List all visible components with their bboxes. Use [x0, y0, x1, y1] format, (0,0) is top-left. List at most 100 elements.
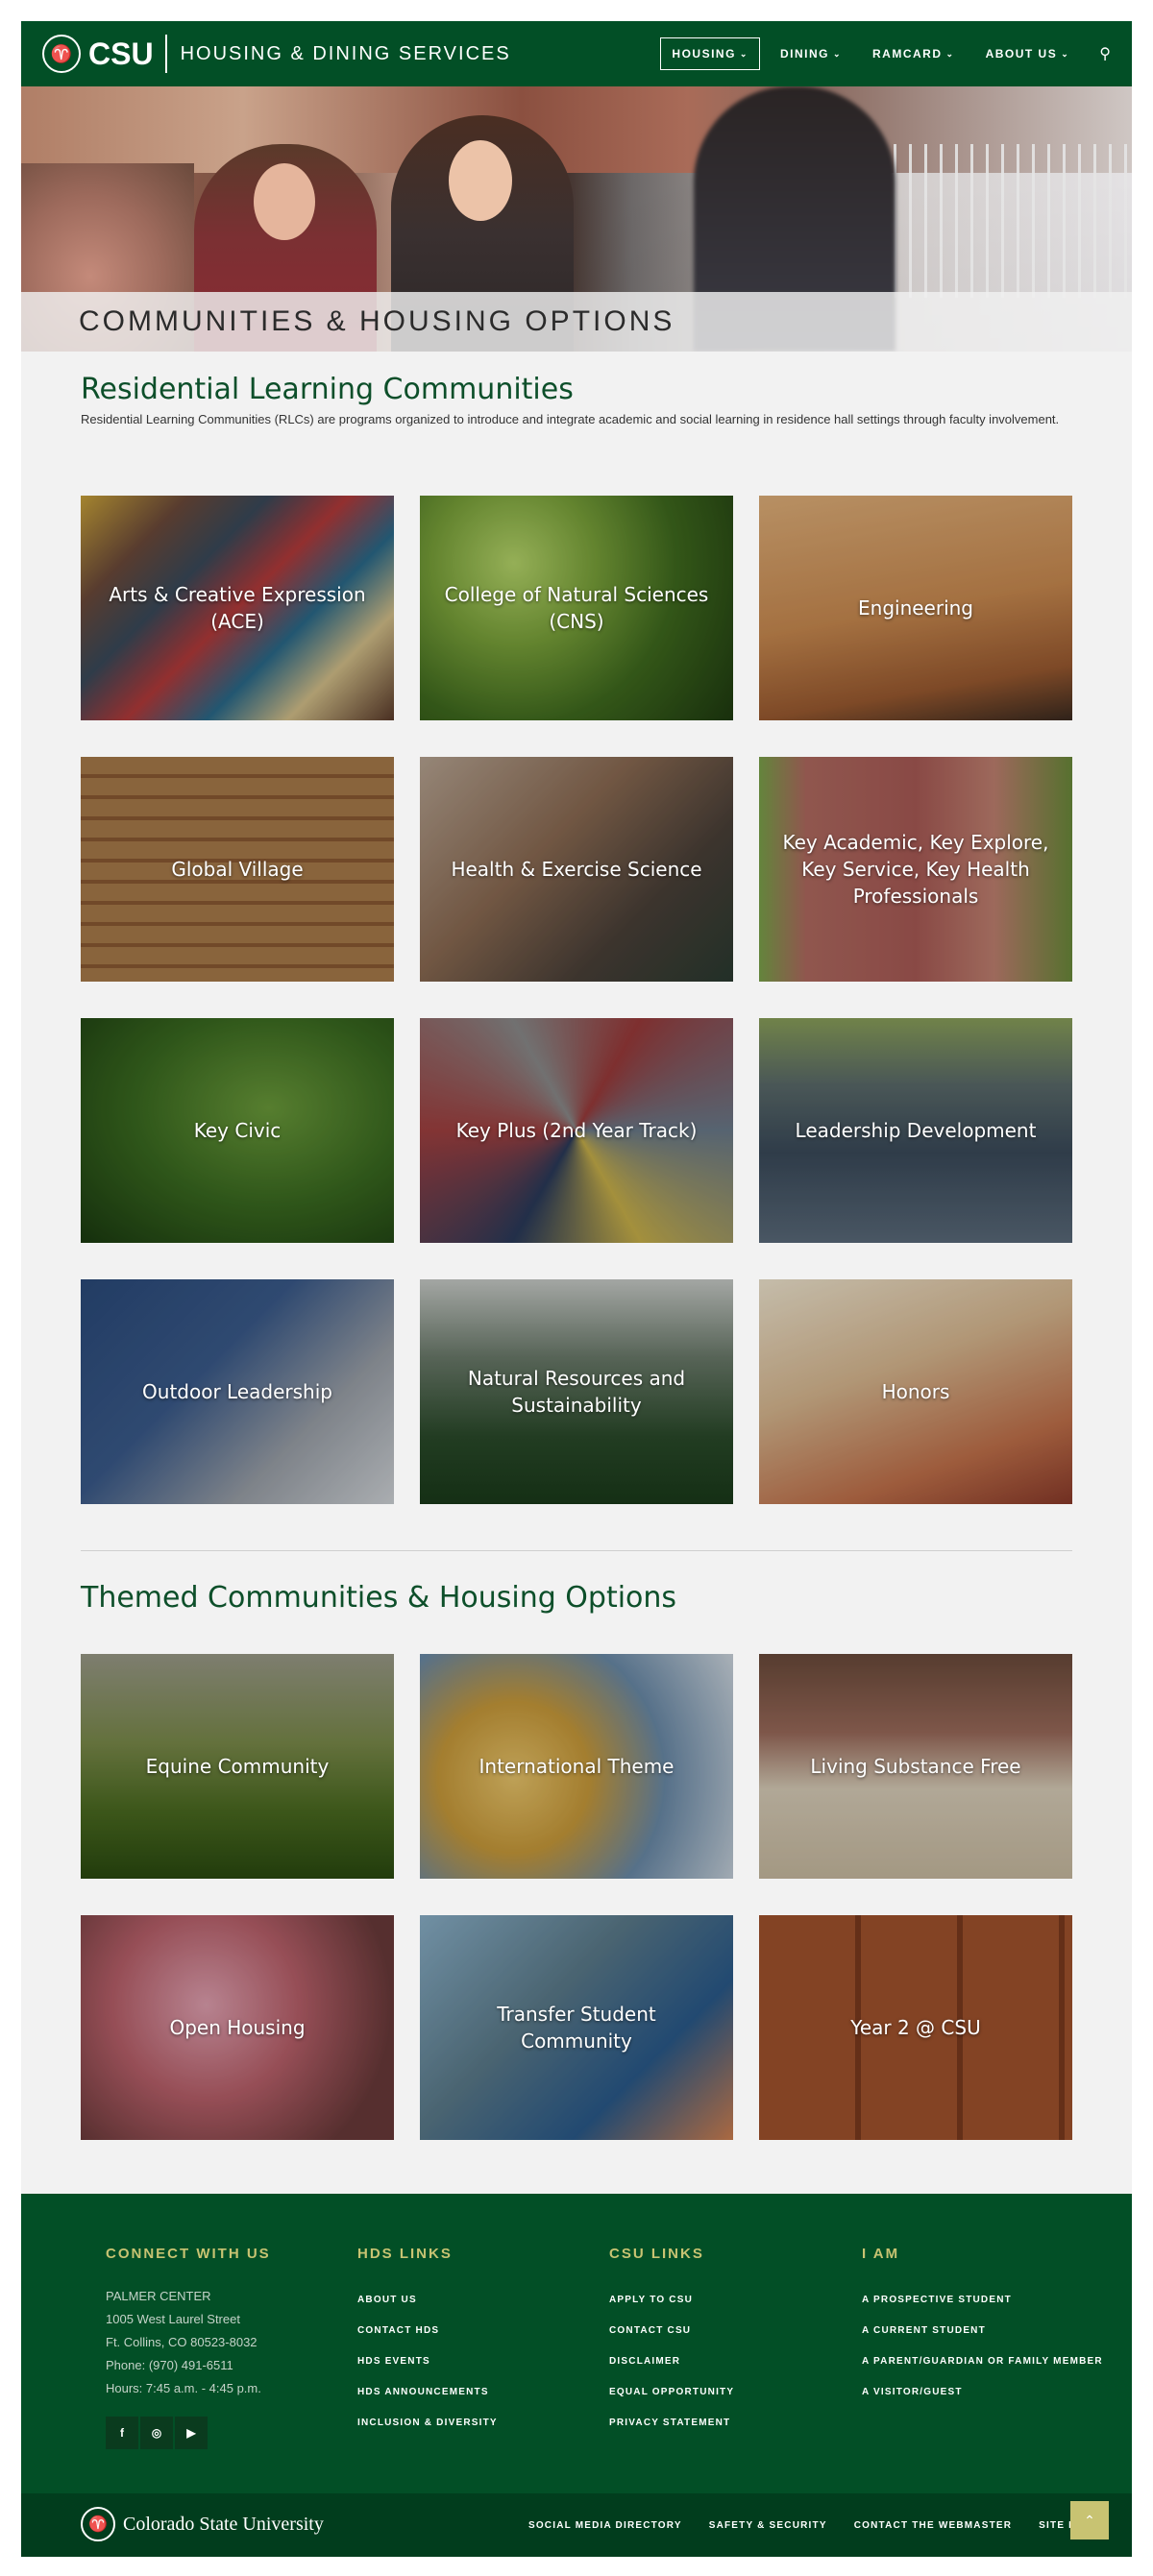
nav-item-ramcard[interactable]: RAMCARD ⌄ [862, 37, 966, 70]
site-header: ♈ CSU HOUSING & DINING SERVICES HOUSING ⌄… [21, 21, 1132, 86]
brand-name: CSU [88, 36, 154, 71]
footer-link-list: APPLY TO CSU CONTACT CSU DISCLAIMER EQUA… [609, 2285, 734, 2439]
tile-key-plus[interactable]: Key Plus (2nd Year Track) [420, 1018, 733, 1243]
footer-csu-links: CSU LINKS APPLY TO CSU CONTACT CSU DISCL… [609, 2246, 734, 2439]
nav-item-about-us[interactable]: ABOUT US ⌄ [975, 37, 1081, 70]
address-line: 1005 West Laurel Street [106, 2312, 240, 2326]
themed-heading: Themed Communities & Housing Options [81, 1581, 677, 1615]
footer-heading: HDS LINKS [357, 2246, 453, 2262]
footer-heading: CONNECT WITH US [106, 2246, 271, 2262]
bottom-links: SOCIAL MEDIA DIRECTORY SAFETY & SECURITY… [502, 2493, 1093, 2557]
hours-line: Hours: 7:45 a.m. - 4:45 p.m. [106, 2381, 261, 2395]
footer-link[interactable]: DISCLAIMER [609, 2346, 734, 2377]
tile-key-academic[interactable]: Key Academic, Key Explore, Key Service, … [759, 757, 1072, 982]
tile-label: Year 2 @ CSU [850, 2016, 981, 2039]
tile-label: College of Natural Sciences (CNS) [444, 583, 709, 633]
footer-link[interactable]: A PARENT/GUARDIAN OR FAMILY MEMBER [862, 2346, 1103, 2377]
footer-link[interactable]: A PROSPECTIVE STUDENT [862, 2285, 1103, 2316]
footer-address: PALMER CENTER 1005 West Laurel Street Ft… [106, 2285, 271, 2400]
tile-living-substance-free[interactable]: Living Substance Free [759, 1654, 1072, 1879]
logo-divider [164, 35, 167, 73]
ram-logo-icon: ♈ [42, 35, 81, 73]
footer-link[interactable]: EQUAL OPPORTUNITY [609, 2377, 734, 2408]
chevron-down-icon: ⌄ [1061, 48, 1070, 59]
tile-label: Natural Resources and Sustainability [467, 1367, 686, 1417]
tile-arts-creative-expression[interactable]: Arts & Creative Expression (ACE) [81, 496, 394, 720]
tile-year-2[interactable]: Year 2 @ CSU [759, 1915, 1072, 2140]
tile-label: International Theme [478, 1755, 675, 1778]
tile-outdoor-leadership[interactable]: Outdoor Leadership [81, 1279, 394, 1504]
tile-label: Equine Community [145, 1755, 330, 1778]
tile-natural-resources[interactable]: Natural Resources and Sustainability [420, 1279, 733, 1504]
chevron-up-icon: ⌃ [1084, 2512, 1095, 2528]
nav-label: RAMCARD [872, 47, 943, 61]
tile-leadership-development[interactable]: Leadership Development [759, 1018, 1072, 1243]
back-to-top-button[interactable]: ⌃ [1070, 2501, 1109, 2540]
footer-link[interactable]: A VISITOR/GUEST [862, 2377, 1103, 2408]
bottom-link-social-media[interactable]: SOCIAL MEDIA DIRECTORY [528, 2520, 682, 2531]
nav-label: DINING [779, 47, 829, 61]
footer-link[interactable]: PRIVACY STATEMENT [609, 2408, 734, 2439]
tile-label: Health & Exercise Science [451, 858, 702, 881]
address-line: PALMER CENTER [106, 2289, 211, 2303]
tile-label: Transfer Student Community [497, 2003, 656, 2053]
footer-link[interactable]: CONTACT HDS [357, 2316, 498, 2346]
site-footer: CONNECT WITH US PALMER CENTER 1005 West … [21, 2194, 1132, 2493]
tile-international-theme[interactable]: International Theme [420, 1654, 733, 1879]
chevron-down-icon: ⌄ [945, 48, 955, 59]
footer-link[interactable]: APPLY TO CSU [609, 2285, 734, 2316]
tile-natural-sciences[interactable]: College of Natural Sciences (CNS) [420, 496, 733, 720]
ram-logo-icon: ♈ [81, 2507, 115, 2541]
tile-equine-community[interactable]: Equine Community [81, 1654, 394, 1879]
rlc-description: Residential Learning Communities (RLCs) … [81, 412, 1060, 426]
main-nav: HOUSING ⌄ DINING ⌄ RAMCARD ⌄ ABOUT US ⌄ ⚲ [650, 21, 1111, 86]
tile-label: Honors [881, 1380, 950, 1403]
footer-heading: CSU LINKS [609, 2246, 704, 2262]
bottom-link-webmaster[interactable]: CONTACT THE WEBMASTER [854, 2520, 1012, 2531]
footer-link[interactable]: ABOUT US [357, 2285, 498, 2316]
footer-link[interactable]: INCLUSION & DIVERSITY [357, 2408, 498, 2439]
youtube-icon[interactable]: ▶ [175, 2417, 208, 2449]
hero-image: COMMUNITIES & HOUSING OPTIONS [21, 86, 1132, 352]
tile-label: Key Academic, Key Explore, Key Service, … [782, 831, 1049, 908]
tile-label: Arts & Creative Expression (ACE) [109, 583, 366, 633]
bottom-link-safety[interactable]: SAFETY & SECURITY [709, 2520, 827, 2531]
search-icon[interactable]: ⚲ [1099, 44, 1111, 63]
instagram-icon[interactable]: ◎ [140, 2417, 173, 2449]
tile-key-civic[interactable]: Key Civic [81, 1018, 394, 1243]
tile-label: Outdoor Leadership [142, 1380, 332, 1403]
university-name: Colorado State University [123, 2513, 324, 2535]
footer-i-am: I AM A PROSPECTIVE STUDENT A CURRENT STU… [862, 2246, 1103, 2408]
social-links: f ◎ ▶ [106, 2417, 209, 2449]
page-title: COMMUNITIES & HOUSING OPTIONS [79, 305, 675, 337]
nav-label: HOUSING [672, 47, 736, 61]
nav-label: ABOUT US [985, 47, 1058, 61]
tile-label: Global Village [171, 858, 304, 881]
rlc-heading: Residential Learning Communities [81, 373, 574, 406]
footer-link[interactable]: CONTACT CSU [609, 2316, 734, 2346]
tile-transfer-student[interactable]: Transfer Student Community [420, 1915, 733, 2140]
section-divider [81, 1550, 1072, 1551]
footer-link[interactable]: A CURRENT STUDENT [862, 2316, 1103, 2346]
footer-link[interactable]: HDS EVENTS [357, 2346, 498, 2377]
tile-global-village[interactable]: Global Village [81, 757, 394, 982]
tile-honors[interactable]: Honors [759, 1279, 1072, 1504]
footer-heading: I AM [862, 2246, 900, 2262]
page-frame: ♈ CSU HOUSING & DINING SERVICES HOUSING ⌄… [21, 21, 1132, 2557]
facebook-icon[interactable]: f [106, 2417, 138, 2449]
tile-label: Leadership Development [795, 1119, 1037, 1142]
nav-item-dining[interactable]: DINING ⌄ [770, 37, 852, 70]
nav-item-housing[interactable]: HOUSING ⌄ [660, 37, 760, 70]
hero-face [449, 140, 512, 221]
tile-engineering[interactable]: Engineering [759, 496, 1072, 720]
tile-label: Living Substance Free [810, 1755, 1021, 1778]
chevron-down-icon: ⌄ [739, 48, 748, 59]
university-logo[interactable]: ♈ Colorado State University [81, 2507, 324, 2541]
csu-logo[interactable]: ♈ CSU HOUSING & DINING SERVICES [42, 21, 511, 86]
footer-hds-links: HDS LINKS ABOUT US CONTACT HDS HDS EVENT… [357, 2246, 498, 2439]
footer-link-list: ABOUT US CONTACT HDS HDS EVENTS HDS ANNO… [357, 2285, 498, 2439]
footer-link[interactable]: HDS ANNOUNCEMENTS [357, 2377, 498, 2408]
hero-railing [863, 144, 1132, 298]
tile-health-exercise-science[interactable]: Health & Exercise Science [420, 757, 733, 982]
tile-open-housing[interactable]: Open Housing [81, 1915, 394, 2140]
